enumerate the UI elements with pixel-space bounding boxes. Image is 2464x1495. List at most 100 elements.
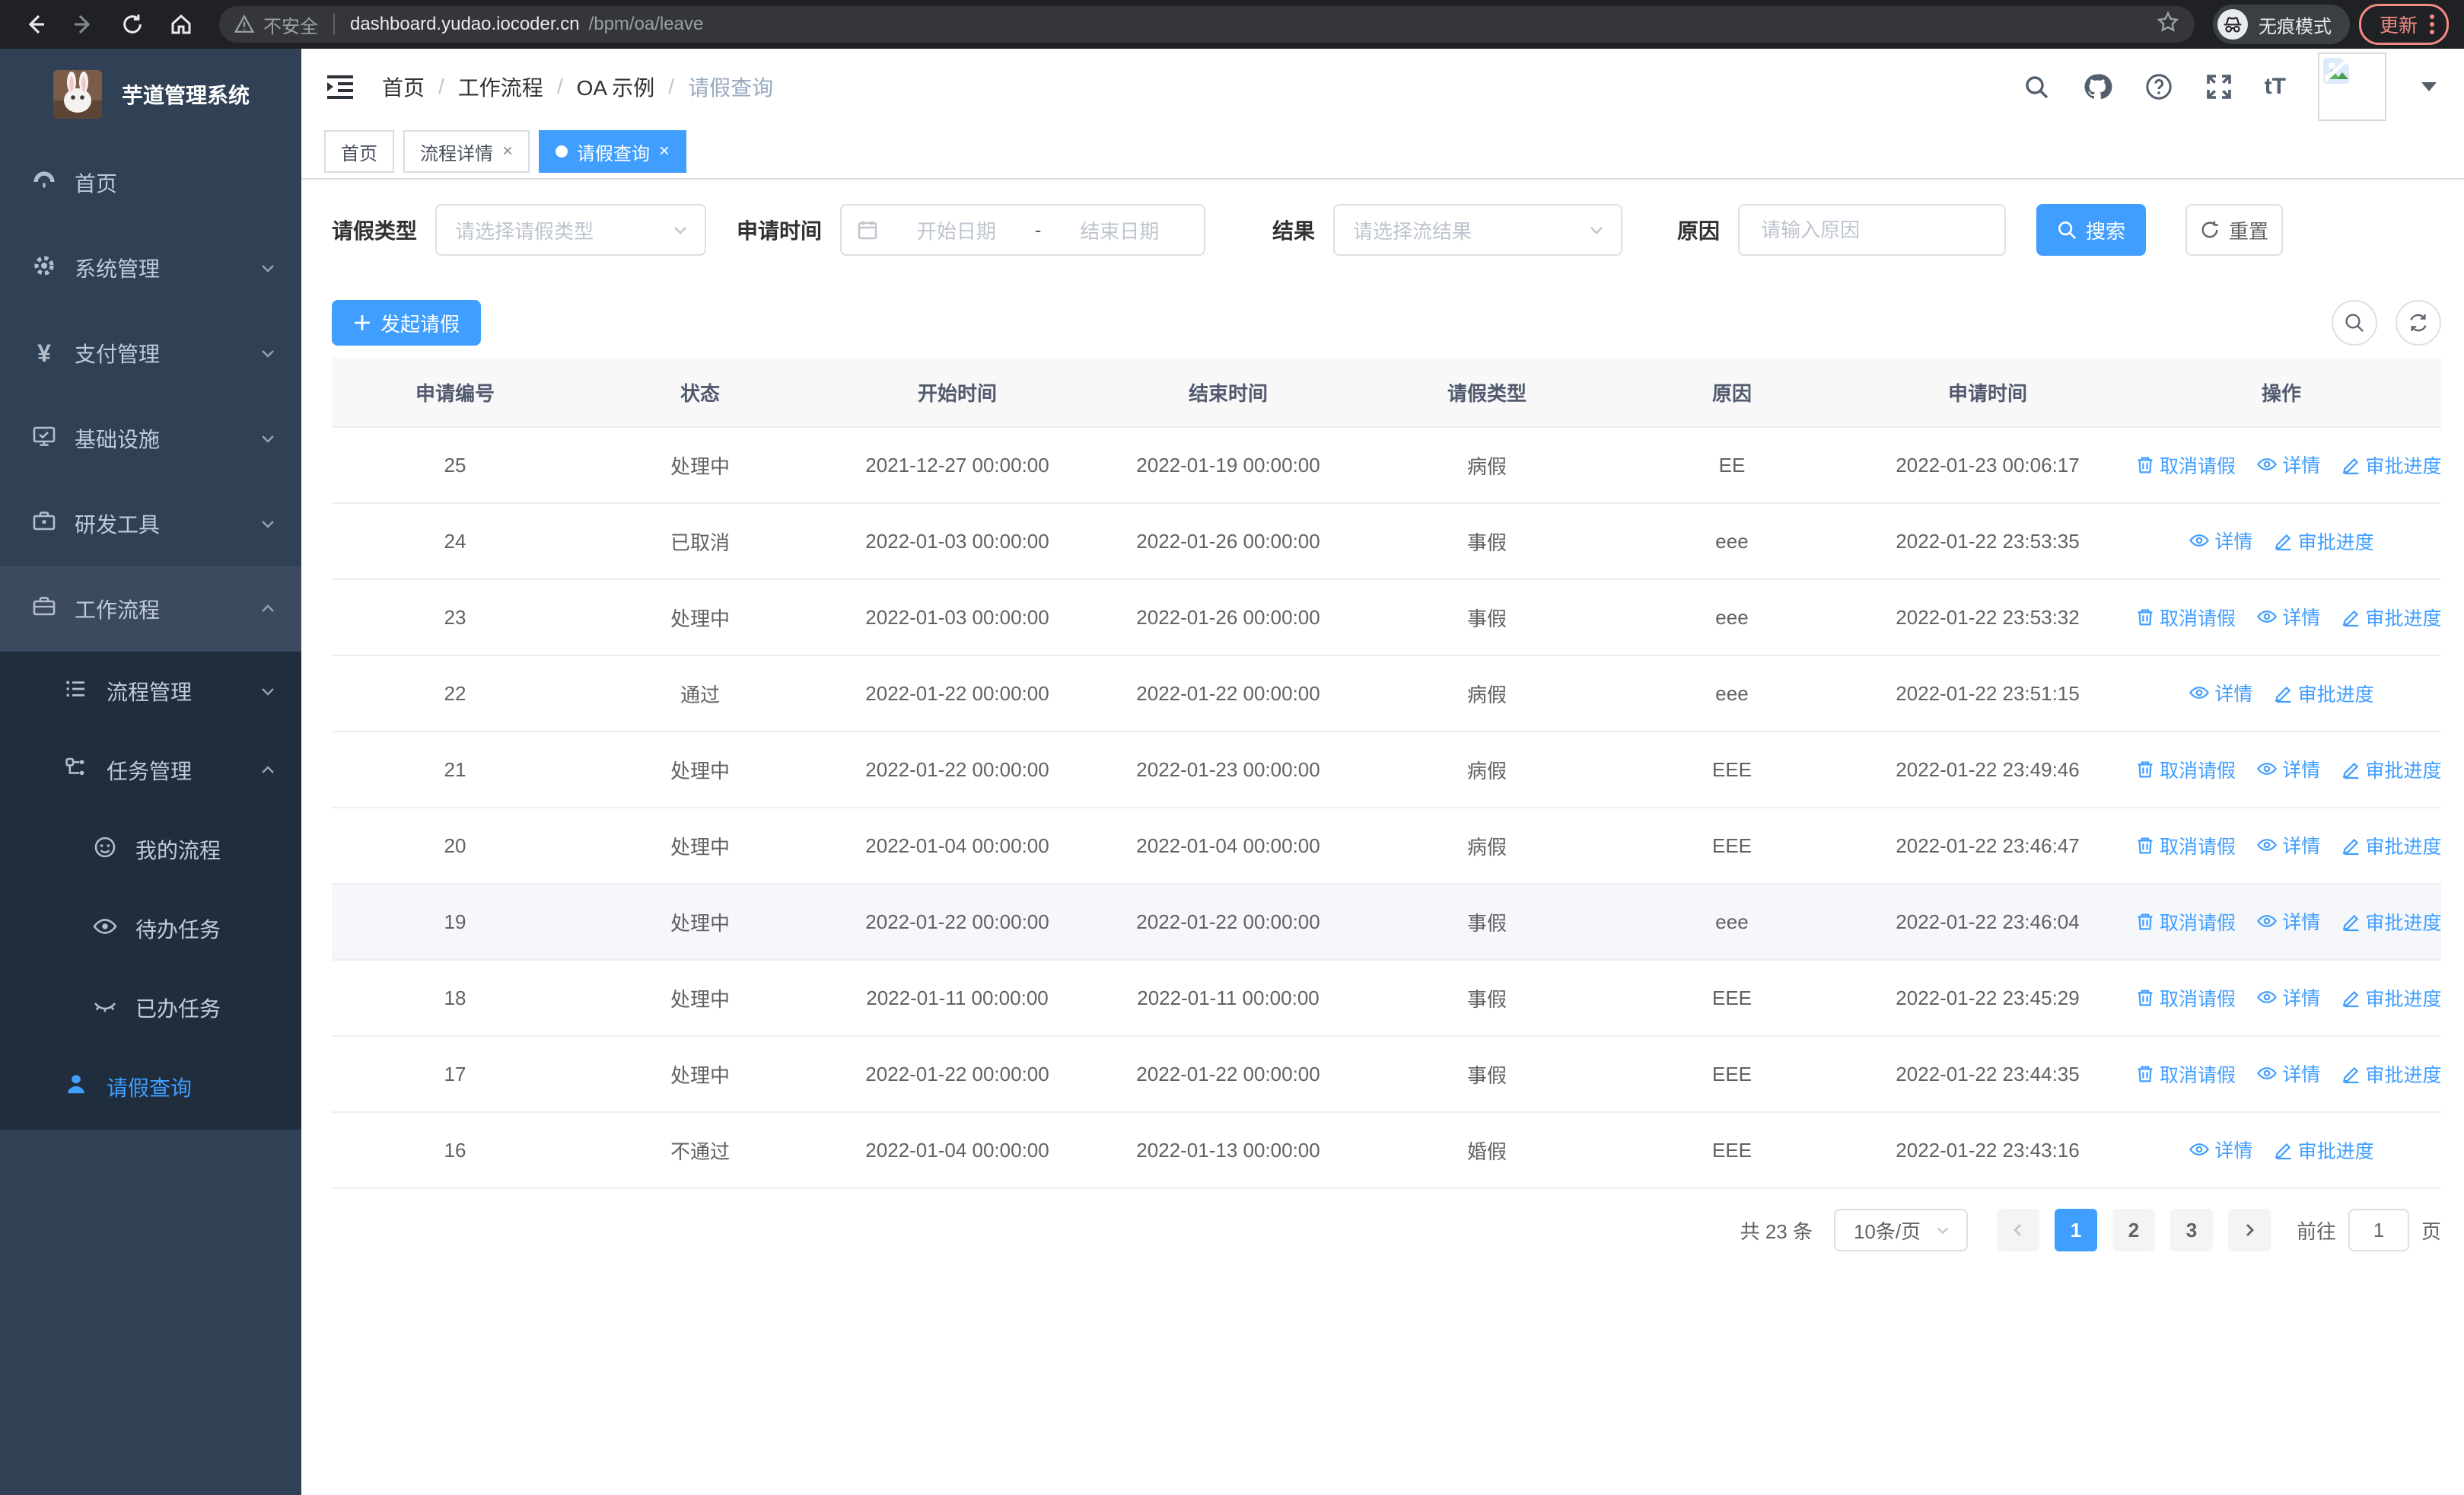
cancel-leave-link[interactable]: 取消请假 [2135, 908, 2236, 936]
detail-link[interactable]: 详情 [2189, 679, 2252, 706]
browser-menu-icon[interactable] [2430, 14, 2434, 34]
page-button-3[interactable]: 3 [2170, 1209, 2213, 1251]
sidebar-item-infrastructure[interactable]: 基础设施 [0, 396, 301, 481]
cell-actions: 详情 审批进度 [2122, 1112, 2441, 1189]
cancel-leave-link[interactable]: 取消请假 [2135, 756, 2236, 783]
trash-icon [2138, 1066, 2153, 1082]
github-icon[interactable] [2082, 72, 2112, 102]
url-bar[interactable]: 不安全 dashboard.yudao.iocoder.cn/bpm/oa/le… [219, 6, 2195, 43]
detail-link[interactable]: 详情 [2189, 527, 2252, 554]
goto-page-input[interactable] [2348, 1209, 2409, 1251]
pen-icon [2342, 610, 2358, 626]
cell-start-time: 2022-01-03 00:00:00 [822, 503, 1093, 580]
breadcrumb-workflow[interactable]: 工作流程 [458, 72, 543, 102]
sidebar-item-todo-tasks[interactable]: 待办任务 [0, 889, 301, 968]
cell-end-time: 2022-01-26 00:00:00 [1093, 503, 1364, 580]
audit-progress-link[interactable]: 审批进度 [2341, 451, 2441, 479]
detail-link[interactable]: 详情 [2189, 1136, 2252, 1163]
table-row: 16 不通过 2022-01-04 00:00:00 2022-01-13 00… [332, 1112, 2441, 1189]
breadcrumb-home[interactable]: 首页 [382, 72, 425, 102]
reason-label: 原因 [1677, 219, 1721, 243]
detail-link[interactable]: 详情 [2256, 907, 2320, 935]
audit-progress-link[interactable]: 审批进度 [2341, 984, 2441, 1012]
tab-home[interactable]: 首页 [324, 130, 394, 173]
breadcrumb-oa-example[interactable]: OA 示例 [577, 72, 655, 102]
font-size-icon[interactable]: tT [2265, 74, 2286, 100]
toggle-search-button[interactable] [2332, 300, 2377, 346]
next-page-button[interactable] [2227, 1209, 2271, 1251]
page-button-2[interactable]: 2 [2112, 1209, 2155, 1251]
refresh-table-button[interactable] [2396, 300, 2441, 346]
apply-time-range-picker[interactable]: 开始日期 - 结束日期 [840, 204, 1206, 256]
detail-link[interactable]: 详情 [2256, 755, 2320, 783]
reload-button[interactable] [113, 5, 152, 44]
reason-input[interactable] [1758, 216, 1987, 244]
cell-actions: 取消请假 详情 审批进度 [2122, 1036, 2441, 1113]
col-type: 请假类型 [1364, 358, 1610, 428]
sidebar-item-workflow[interactable]: 工作流程 [0, 566, 301, 652]
detail-link[interactable]: 详情 [2256, 983, 2320, 1011]
pen-icon [2275, 534, 2291, 550]
sidebar-item-task-mgmt[interactable]: 任务管理 [0, 731, 301, 810]
sidebar-item-home[interactable]: 首页 [0, 140, 301, 225]
cancel-leave-link[interactable]: 取消请假 [2135, 1060, 2236, 1088]
detail-link[interactable]: 详情 [2256, 451, 2320, 478]
cell-status: 处理中 [578, 579, 822, 656]
incognito-chip: 无痕模式 [2212, 5, 2350, 44]
audit-progress-link[interactable]: 审批进度 [2341, 1060, 2441, 1088]
audit-progress-link[interactable]: 审批进度 [2274, 528, 2374, 555]
tab-process-detail[interactable]: 流程详情 × [403, 130, 530, 173]
audit-progress-link[interactable]: 审批进度 [2341, 604, 2441, 631]
avatar[interactable] [2318, 53, 2386, 121]
close-icon[interactable]: × [659, 142, 670, 161]
table-row: 20 处理中 2022-01-04 00:00:00 2022-01-04 00… [332, 808, 2441, 885]
reset-button[interactable]: 重置 [2185, 204, 2284, 256]
fullscreen-icon[interactable] [2205, 73, 2233, 100]
search-icon[interactable] [2023, 73, 2050, 100]
sidebar-item-payment-mgmt[interactable]: ¥ 支付管理 [0, 311, 301, 396]
update-button[interactable]: 更新 [2358, 4, 2449, 45]
audit-progress-link[interactable]: 审批进度 [2274, 1136, 2374, 1164]
page-size-select[interactable]: 10条/页 [1833, 1209, 1968, 1251]
cell-id: 20 [332, 808, 578, 885]
cancel-leave-link[interactable]: 取消请假 [2135, 451, 2236, 479]
detail-link[interactable]: 详情 [2256, 831, 2320, 859]
close-icon[interactable]: × [502, 142, 513, 161]
tab-leave-query[interactable]: 请假查询 × [539, 130, 687, 173]
header-bar: 首页 / 工作流程 / OA 示例 / 请假查询 tT [301, 49, 2464, 125]
sidebar-item-process-mgmt[interactable]: 流程管理 [0, 652, 301, 731]
forward-button[interactable] [64, 5, 103, 44]
table-row: 24 已取消 2022-01-03 00:00:00 2022-01-26 00… [332, 503, 2441, 580]
chevron-down-icon [262, 350, 274, 358]
leave-type-select[interactable]: 请选择请假类型 [435, 204, 707, 256]
prev-page-button[interactable] [1996, 1209, 2039, 1251]
trash-icon [2138, 457, 2153, 473]
detail-link[interactable]: 详情 [2256, 603, 2320, 630]
home-button[interactable] [161, 5, 201, 44]
help-icon[interactable] [2144, 72, 2173, 101]
chevron-down-icon[interactable] [2421, 82, 2437, 91]
audit-progress-link[interactable]: 审批进度 [2341, 832, 2441, 859]
back-button[interactable] [15, 5, 55, 44]
page-button-1[interactable]: 1 [2054, 1209, 2097, 1251]
sidebar-item-my-process[interactable]: 我的流程 [0, 810, 301, 889]
col-reason: 原因 [1610, 358, 1854, 428]
audit-progress-link[interactable]: 审批进度 [2341, 756, 2441, 783]
cell-actions: 详情 审批进度 [2122, 655, 2441, 732]
audit-progress-link[interactable]: 审批进度 [2341, 908, 2441, 936]
audit-progress-link[interactable]: 审批进度 [2274, 680, 2374, 707]
cell-id: 23 [332, 579, 578, 656]
bookmark-star-icon[interactable] [2157, 11, 2179, 39]
sidebar-item-done-tasks[interactable]: 已办任务 [0, 968, 301, 1047]
sidebar-item-dev-tools[interactable]: 研发工具 [0, 481, 301, 566]
sidebar-item-leave-query[interactable]: 请假查询 [0, 1047, 301, 1127]
create-leave-button[interactable]: 发起请假 [332, 300, 482, 346]
cancel-leave-link[interactable]: 取消请假 [2135, 832, 2236, 859]
result-select[interactable]: 请选择流结果 [1333, 204, 1623, 256]
search-button[interactable]: 搜索 [2036, 204, 2147, 256]
cancel-leave-link[interactable]: 取消请假 [2135, 604, 2236, 631]
detail-link[interactable]: 详情 [2256, 1060, 2320, 1087]
collapse-sidebar-icon[interactable] [326, 75, 355, 99]
sidebar-item-system-mgmt[interactable]: 系统管理 [0, 225, 301, 311]
cancel-leave-link[interactable]: 取消请假 [2135, 984, 2236, 1012]
